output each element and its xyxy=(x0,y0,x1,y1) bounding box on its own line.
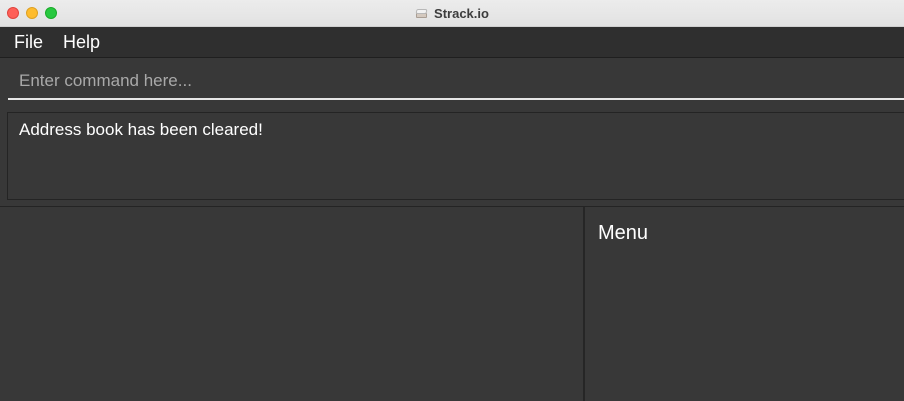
menu-panel: Menu xyxy=(585,207,904,401)
menu-panel-heading: Menu xyxy=(598,222,649,244)
menu-bar: File Help xyxy=(0,27,904,58)
command-input[interactable] xyxy=(8,64,904,100)
window-title: Strack.io xyxy=(434,5,489,21)
app-icon xyxy=(415,8,428,19)
menu-help[interactable]: Help xyxy=(56,32,107,53)
menu-file[interactable]: File xyxy=(7,32,50,53)
result-message: Address book has been cleared! xyxy=(19,120,263,139)
list-panel[interactable] xyxy=(0,207,583,401)
result-display[interactable]: Address book has been cleared! xyxy=(7,112,904,200)
title-bar[interactable]: Strack.io xyxy=(0,0,904,27)
command-box xyxy=(0,58,904,106)
window-title-group: Strack.io xyxy=(0,0,904,26)
app-window: Strack.io File Help Address book has bee… xyxy=(0,0,904,401)
